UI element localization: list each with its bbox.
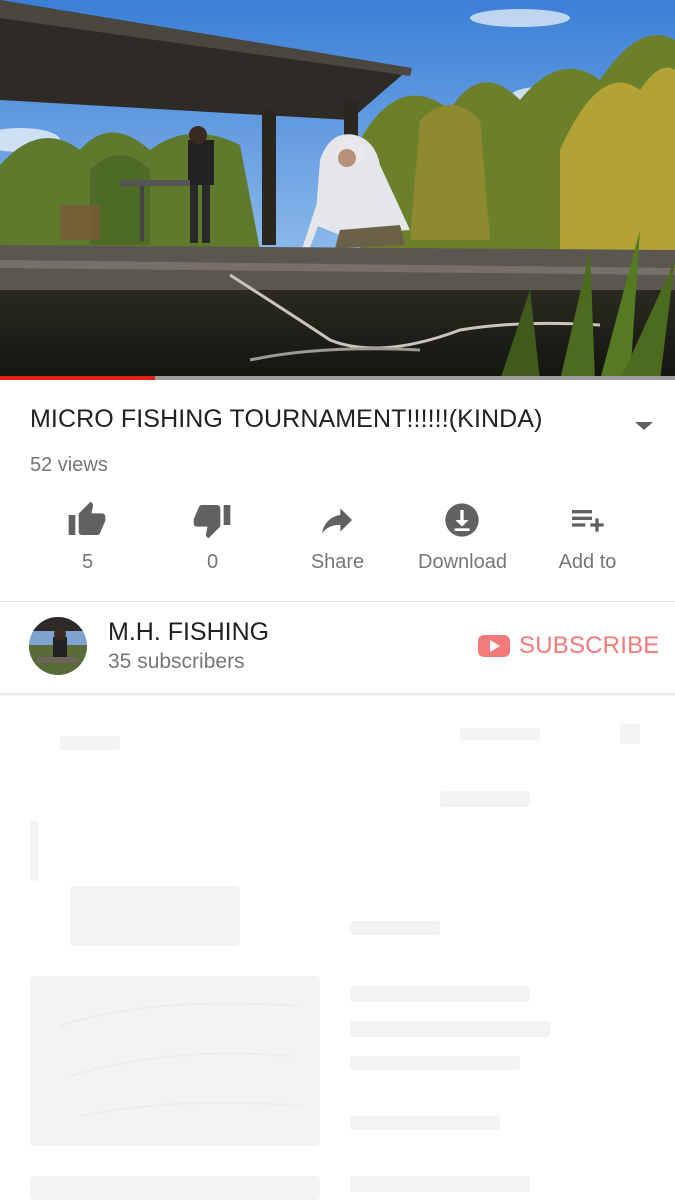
subscriber-count: 35 subscribers (108, 650, 245, 673)
playlist-add-icon (572, 510, 604, 532)
up-next-area-loading (0, 696, 675, 1200)
thumbs-up-icon (68, 501, 106, 535)
avatar-image (29, 617, 87, 675)
video-player[interactable] (0, 0, 675, 380)
subscribe-label: SUBSCRIBE (519, 632, 660, 659)
video-progress-bar[interactable] (0, 376, 675, 380)
youtube-play-icon (478, 635, 510, 657)
download-icon (445, 503, 479, 537)
action-bar: 5 0 Share Download Add to (25, 498, 650, 588)
share-button[interactable]: Share (275, 498, 400, 588)
dislike-button[interactable]: 0 (150, 498, 275, 588)
download-button[interactable]: Download (400, 498, 525, 588)
share-label: Share (310, 551, 365, 573)
faded-placeholder (0, 696, 675, 1200)
add-to-label: Add to (558, 551, 617, 573)
like-button[interactable]: 5 (25, 498, 150, 588)
divider (0, 601, 675, 602)
video-frame-thumbnail (0, 0, 675, 380)
view-count: 52 views (30, 454, 108, 476)
add-to-button[interactable]: Add to (525, 498, 650, 588)
thumbs-down-icon (193, 505, 231, 539)
video-title: MICRO FISHING TOURNAMENT!!!!!!(KINDA) (30, 405, 543, 433)
chevron-down-icon[interactable] (632, 414, 656, 438)
like-count: 5 (81, 551, 94, 573)
share-arrow-icon (322, 508, 352, 534)
subscribe-button[interactable]: SUBSCRIBE (478, 630, 660, 662)
download-label: Download (418, 551, 507, 573)
video-progress-fill (0, 376, 156, 380)
dislike-count: 0 (206, 551, 219, 573)
channel-avatar[interactable] (29, 617, 87, 675)
channel-name[interactable]: M.H. FISHING (108, 618, 269, 647)
